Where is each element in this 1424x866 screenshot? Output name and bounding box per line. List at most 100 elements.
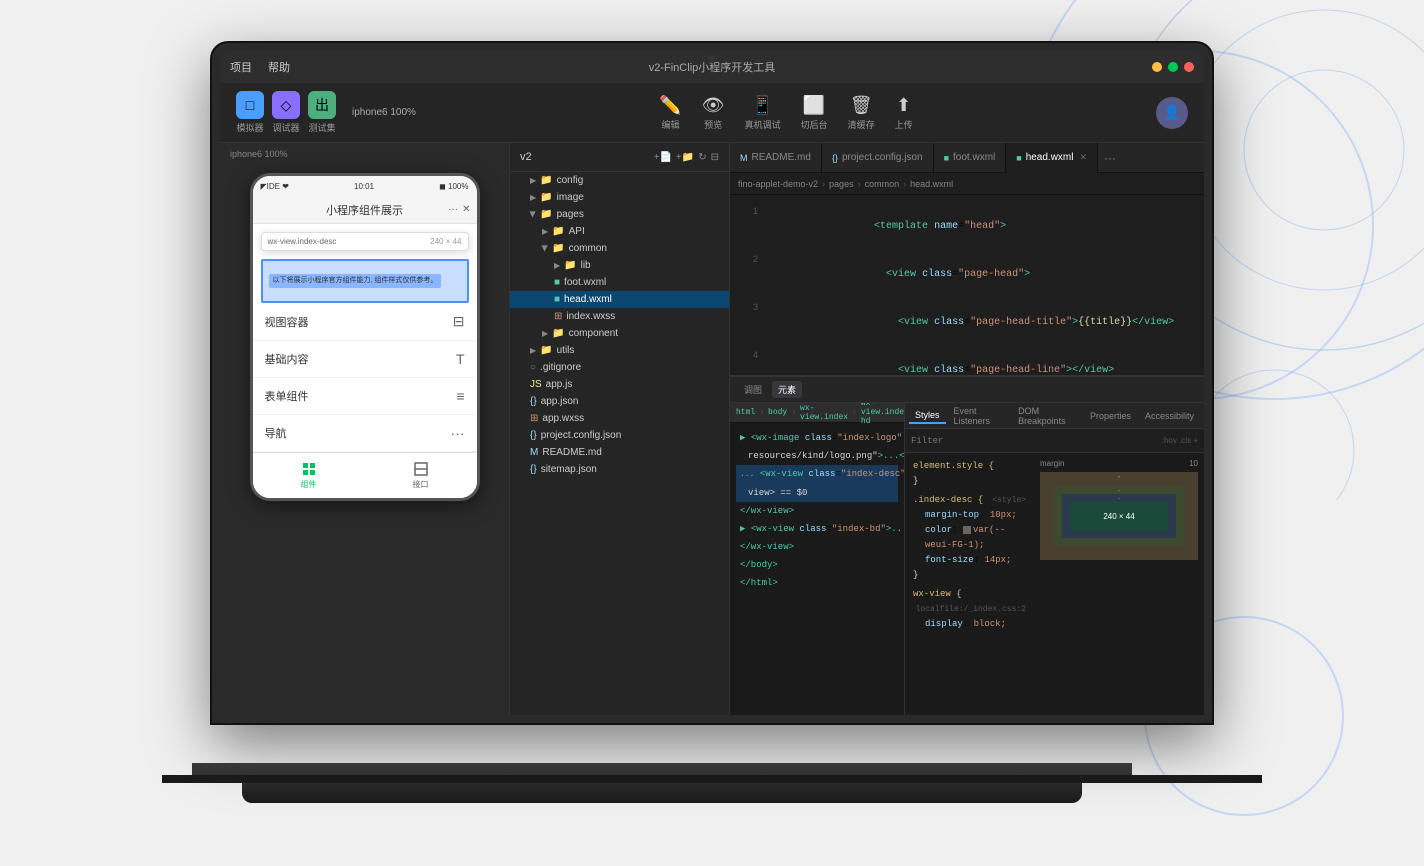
phone-title-bar: 小程序组件展示 ··· ✕ xyxy=(253,196,477,224)
sitemap-label: sitemap.json xyxy=(541,464,597,475)
styles-tab-listeners[interactable]: Event Listeners xyxy=(948,404,1011,428)
file-refresh-btn[interactable]: ↻ xyxy=(698,152,706,163)
component-label: component xyxy=(569,328,618,339)
phone-nav-components[interactable]: 组件 xyxy=(253,453,365,498)
html-tree-body-close[interactable]: </body> xyxy=(736,556,898,574)
html-tree-index-bd[interactable]: ▶ <wx-view class="index-bd">...</wx-view… xyxy=(736,520,898,538)
file-new-file-btn[interactable]: +📄 xyxy=(654,152,672,163)
file-tree-common[interactable]: ▶ 📁 common xyxy=(510,240,729,257)
line-num-2: 2 xyxy=(730,251,766,267)
footwxml-tab-icon: ■ xyxy=(944,153,949,163)
path-body[interactable]: body xyxy=(768,408,787,417)
phone-nav-interface-label: 接口 xyxy=(413,479,429,490)
file-collapse-btn[interactable]: ⊟ xyxy=(711,152,719,163)
box-margin: - - - 240 × 44 xyxy=(1040,472,1198,560)
maximize-button[interactable] xyxy=(1168,62,1178,72)
simulator-label: 模拟器 xyxy=(236,121,263,134)
phone-menu-item-form[interactable]: 表单组件 ≡ xyxy=(253,378,477,415)
user-avatar[interactable]: 👤 xyxy=(1156,97,1188,129)
code-content[interactable]: 1 <template name="head"> 2 <view class="… xyxy=(730,195,1204,375)
upload-action[interactable]: ⬆ 上传 xyxy=(895,95,913,131)
file-tree-sitemap[interactable]: {} sitemap.json xyxy=(510,461,729,478)
index-desc-source[interactable]: <style> xyxy=(992,493,1026,508)
margin-top-label: - xyxy=(1118,474,1120,481)
box-padding: - 240 × 44 xyxy=(1062,494,1176,538)
file-tree-app-json[interactable]: {} app.json xyxy=(510,393,729,410)
tab-project-config[interactable]: {} project.config.json xyxy=(822,143,934,173)
headwxml-tab-close[interactable]: ✕ xyxy=(1080,152,1088,163)
html-tree-desc-line2[interactable]: view> == $0 xyxy=(736,484,898,502)
foot-wxml-label: foot.wxml xyxy=(564,277,606,288)
camera-notch xyxy=(708,55,716,63)
close-button[interactable] xyxy=(1184,62,1194,72)
html-tree-image-line[interactable]: ▶ <wx-image class="index-logo" src="../r… xyxy=(736,429,898,447)
file-new-folder-btn[interactable]: +📁 xyxy=(676,152,694,163)
file-tree-readme[interactable]: M README.md xyxy=(510,444,729,461)
file-tree-component[interactable]: ▶ 📁 component xyxy=(510,325,729,342)
debugger-button[interactable]: ◇ 调试器 xyxy=(272,91,300,134)
phone-title-close[interactable]: ✕ xyxy=(462,204,470,215)
file-tree-lib[interactable]: ▶ 📁 lib xyxy=(510,257,729,274)
phone-menu-item-view[interactable]: 视图容器 ⊟ xyxy=(253,303,477,341)
index-desc-margin-top: margin-top: 10px; xyxy=(913,508,1026,523)
file-tree-app-js[interactable]: JS app.js xyxy=(510,376,729,393)
styles-tab-accessibility[interactable]: Accessibility xyxy=(1139,409,1200,423)
menu-item-project[interactable]: 项目 xyxy=(230,59,252,75)
phone-menu-item-content[interactable]: 基础内容 T xyxy=(253,341,477,378)
file-tree-foot-wxml[interactable]: ■ foot.wxml xyxy=(510,274,729,291)
background-action[interactable]: ⬜ 切后台 xyxy=(801,95,828,131)
wx-view-source[interactable]: localfile:/_index.css:2 xyxy=(916,602,1026,617)
styles-tab-styles[interactable]: Styles xyxy=(909,408,946,424)
clear-cache-action[interactable]: 🗑 清缓存 xyxy=(848,95,875,131)
file-tree-index-wxss[interactable]: ⊞ index.wxss xyxy=(510,308,729,325)
path-html[interactable]: html xyxy=(736,408,755,417)
tab-foot-wxml[interactable]: ■ foot.wxml xyxy=(934,143,1007,173)
devtools-elements-tab[interactable]: 调图 xyxy=(738,381,768,398)
appjson-label: app.json xyxy=(541,396,579,407)
simulator-button[interactable]: □ 模拟器 xyxy=(236,91,264,134)
path-wx-view-index[interactable]: wx-view.index xyxy=(800,404,848,422)
device-debug-action[interactable]: 📱 真机调试 xyxy=(745,95,781,131)
minimize-button[interactable] xyxy=(1152,62,1162,72)
tab-readme[interactable]: M README.md xyxy=(730,143,822,173)
styles-tab-breakpoints[interactable]: DOM Breakpoints xyxy=(1012,404,1082,428)
phone-title-more[interactable]: ··· xyxy=(448,204,458,215)
selected-element-text: 以下将展示小程序官方组件能力, 组件样式仅供参考。 xyxy=(269,274,442,288)
devtools-styles-tab[interactable]: 元素 xyxy=(772,381,802,398)
html-tree-wx-view-close[interactable]: </wx-view> xyxy=(736,502,898,520)
index-desc-fontsize: font-size: 14px; xyxy=(913,553,1026,568)
tooltip-component-name: wx-view.index-desc xyxy=(268,237,337,246)
file-tree-project-config[interactable]: {} project.config.json xyxy=(510,427,729,444)
file-tree-gitignore[interactable]: ○ .gitignore xyxy=(510,359,729,376)
laptop-screen: 项目 帮助 v2-FinClip小程序开发工具 □ 模拟器 xyxy=(212,43,1212,723)
file-tree-utils[interactable]: ▶ 📁 utils xyxy=(510,342,729,359)
background-label: 切后台 xyxy=(801,118,828,131)
file-tree-config[interactable]: ▶ 📁 config xyxy=(510,172,729,189)
html-tree-desc-line[interactable]: ... <wx-view class="index-desc">以下将展示小程序… xyxy=(736,465,898,484)
testset-button[interactable]: 出 测试集 xyxy=(308,91,336,134)
edit-action[interactable]: ✏️ 编辑 xyxy=(659,95,681,131)
file-tree-app-wxss[interactable]: ⊞ app.wxss xyxy=(510,410,729,427)
line-num-1: 1 xyxy=(730,203,766,219)
html-tree-image-line2[interactable]: resources/kind/logo.png">...</wx-image> xyxy=(736,447,898,465)
phone-menu-nav-label: 导航 xyxy=(265,425,287,441)
file-tree-head-wxml[interactable]: ■ head.wxml xyxy=(510,291,729,308)
toolbar-center: ✏️ 编辑 👁 预览 📱 真机调试 ⬜ 切后台 xyxy=(659,95,912,131)
html-tree-wx-view-close2[interactable]: </wx-view> xyxy=(736,538,898,556)
html-tree-html-close[interactable]: </html> xyxy=(736,574,898,592)
tab-head-wxml[interactable]: ■ head.wxml ✕ xyxy=(1006,143,1098,173)
utils-label: utils xyxy=(557,345,575,356)
file-tree-pages[interactable]: ▶ 📁 pages xyxy=(510,206,729,223)
menu-item-help[interactable]: 帮助 xyxy=(268,59,290,75)
preview-action[interactable]: 👁 预览 xyxy=(702,95,725,131)
file-tree-image[interactable]: ▶ 📁 image xyxy=(510,189,729,206)
phone-menu-item-nav[interactable]: 导航 ··· xyxy=(253,415,477,452)
utils-chevron: ▶ xyxy=(530,346,536,355)
testset-icon: 出 xyxy=(308,91,336,119)
styles-tab-properties[interactable]: Properties xyxy=(1084,409,1137,423)
path-wx-view-hd[interactable]: wx-view.index-hd xyxy=(861,403,904,426)
styles-filter-input[interactable] xyxy=(911,436,1158,446)
phone-nav-interface[interactable]: 接口 xyxy=(365,453,477,498)
tab-more-button[interactable]: ··· xyxy=(1098,151,1122,165)
file-tree-api[interactable]: ▶ 📁 API xyxy=(510,223,729,240)
